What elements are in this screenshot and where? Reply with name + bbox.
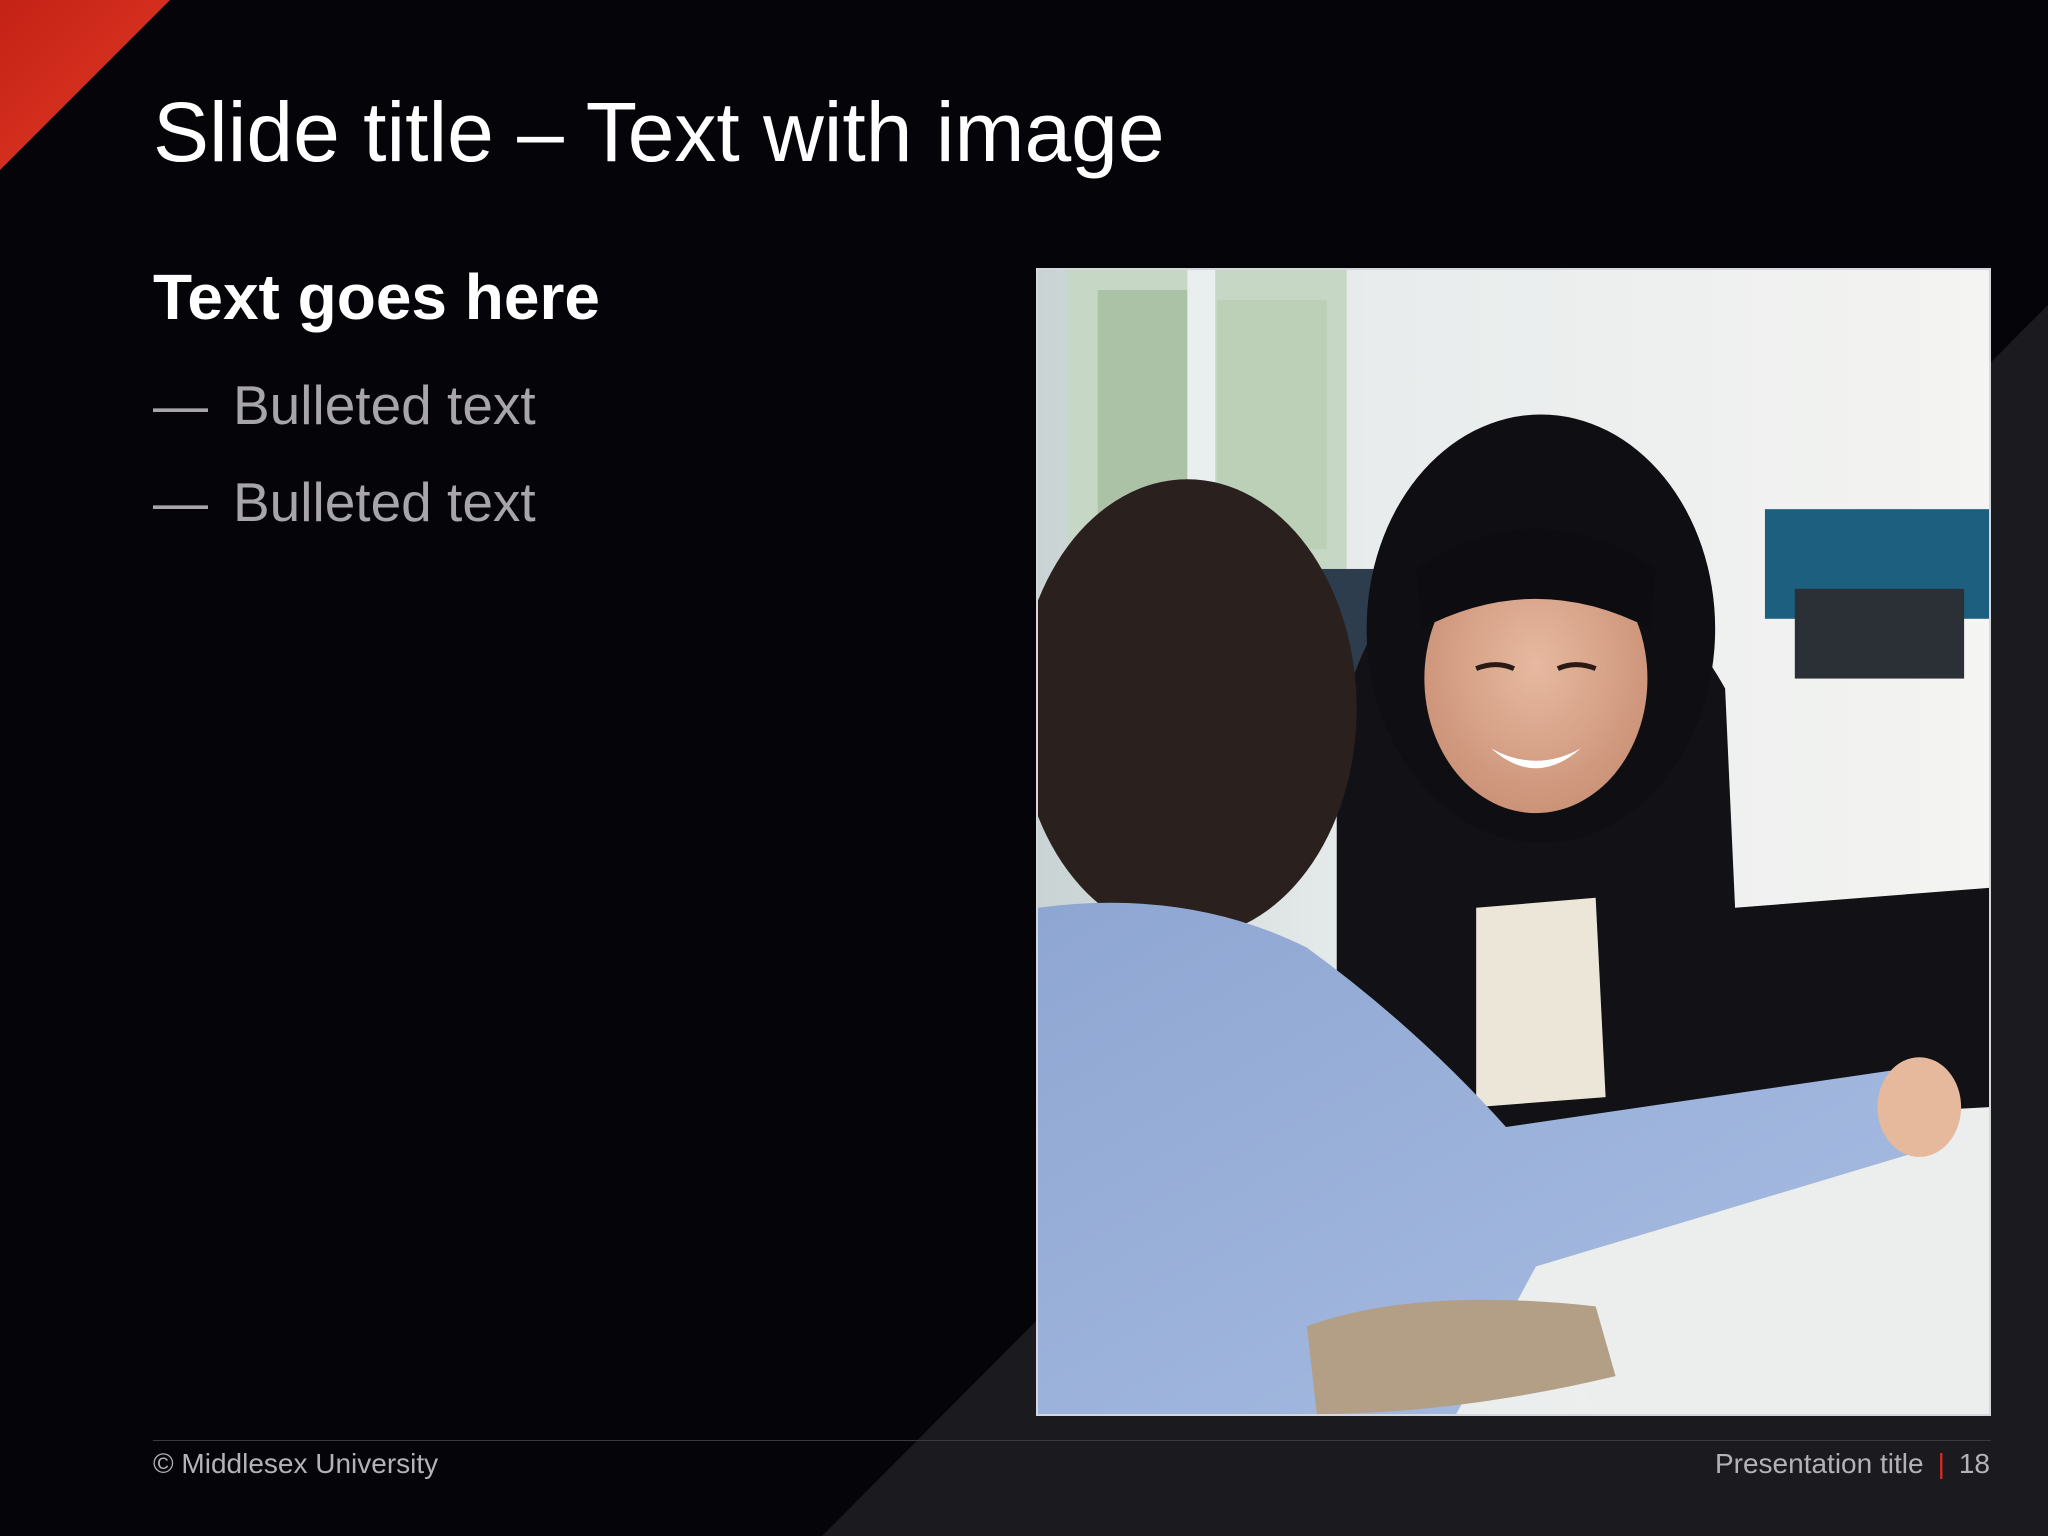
bullet-text: Bulleted text xyxy=(233,471,536,533)
footer-page-number: 18 xyxy=(1958,1448,1990,1479)
bullet-item: — Bulleted text xyxy=(153,370,536,467)
footer-copyright: © Middlesex University xyxy=(153,1448,439,1479)
bullet-dash: — xyxy=(153,471,208,533)
slide-photo xyxy=(1036,268,1991,1416)
bullet-text: Bulleted text xyxy=(233,374,536,436)
footer-presentation-title: Presentation title xyxy=(1714,1448,1924,1479)
body-heading: Text goes here xyxy=(153,261,600,333)
footer-separator: | xyxy=(1937,1448,1945,1479)
bullet-dash: — xyxy=(153,374,208,436)
bullet-item: — Bulleted text xyxy=(153,467,536,564)
photo-illustration xyxy=(1038,270,1989,1414)
footer-divider xyxy=(153,1440,1991,1441)
slide-title: Slide title – Text with image xyxy=(153,85,1165,179)
slide: Slide title – Text with image Text goes … xyxy=(0,0,2048,1536)
footer-right: Presentation title | 18 xyxy=(1715,1448,1990,1480)
bullet-list: — Bulleted text — Bulleted text xyxy=(153,370,536,564)
